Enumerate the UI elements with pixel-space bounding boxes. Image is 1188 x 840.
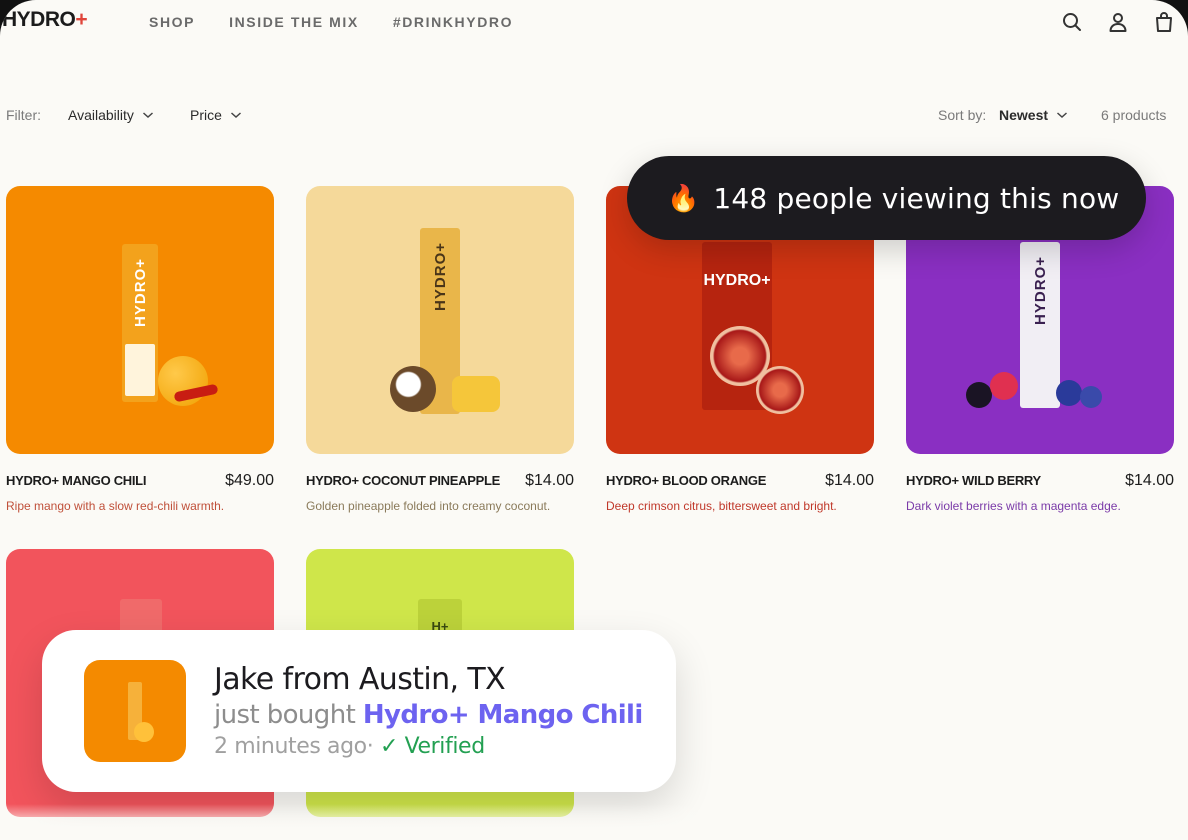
product-name[interactable]: HYDRO+ WILD BERRY	[906, 473, 1041, 488]
main-nav: SHOP INSIDE THE MIX #DRINKHYDRO	[149, 14, 513, 30]
product-description: Dark violet berries with a magenta edge.	[906, 499, 1121, 513]
nav-inside-the-mix[interactable]: INSIDE THE MIX	[229, 14, 359, 30]
fire-icon: 🔥	[667, 182, 700, 213]
product-description: Ripe mango with a slow red-chili warmth.	[6, 499, 225, 513]
verified-badge: ✓ Verified	[379, 734, 485, 759]
product-name[interactable]: HYDRO+ BLOOD ORANGE	[606, 473, 766, 488]
product-packet: HYDRO+	[1020, 242, 1060, 408]
purchase-line: just bought Hydro+ Mango Chili	[214, 700, 643, 730]
product-price: $49.00	[225, 472, 274, 489]
store-page: HYDRO+ SHOP INSIDE THE MIX #DRINKHYDRO F…	[0, 0, 1188, 840]
header-actions	[1060, 10, 1176, 34]
price-label: Price	[190, 107, 222, 123]
live-viewers-badge: 🔥 148 people viewing this now	[627, 156, 1146, 240]
recent-purchase-toast[interactable]: Jake from Austin, TX just bought Hydro+ …	[42, 630, 676, 792]
chevron-down-icon	[142, 112, 153, 119]
search-icon[interactable]	[1060, 10, 1084, 34]
product-name[interactable]: HYDRO+ MANGO CHILI	[6, 473, 146, 488]
brand-logo[interactable]: HYDRO+	[2, 8, 88, 32]
purchase-time: 2 minutes ago	[214, 734, 367, 759]
product-price: $14.00	[1125, 472, 1174, 489]
product-image[interactable]: HYDRO+	[6, 186, 274, 454]
product-card[interactable]: HYDRO+ HYDRO+ COCONUT PINEAPPLE $14.00 G…	[306, 186, 574, 513]
product-name[interactable]: HYDRO+ COCONUT PINEAPPLE	[306, 473, 500, 488]
viewers-text: 148 people viewing this now	[713, 181, 1120, 215]
meta-separator: ·	[366, 734, 374, 759]
purchase-action: just bought	[214, 700, 356, 730]
chevron-down-icon	[230, 112, 241, 119]
sort-value: Newest	[999, 107, 1049, 123]
availability-filter[interactable]: Availability	[68, 107, 154, 123]
site-header: HYDRO+ SHOP INSIDE THE MIX #DRINKHYDRO	[0, 0, 1188, 44]
bottom-fade	[0, 804, 1188, 840]
product-description: Golden pineapple folded into creamy coco…	[306, 499, 551, 513]
filter-label: Filter:	[6, 107, 41, 123]
product-count: 6 products	[1101, 107, 1167, 123]
product-image[interactable]: HYDRO+	[306, 186, 574, 454]
product-price: $14.00	[825, 472, 874, 489]
purchase-meta: 2 minutes ago· ✓ Verified	[214, 734, 485, 759]
bag-icon[interactable]	[1152, 10, 1176, 34]
product-description: Deep crimson citrus, bittersweet and bri…	[606, 499, 837, 513]
filter-bar: Filter: Availability Price Sort by: Newe…	[6, 105, 1176, 129]
sort-dropdown[interactable]: Newest	[999, 107, 1068, 123]
product-card[interactable]: HYDRO+ HYDRO+ MANGO CHILI $49.00 Ripe ma…	[6, 186, 274, 513]
chevron-down-icon	[1057, 112, 1068, 119]
availability-label: Availability	[68, 107, 134, 123]
purchased-product-link[interactable]: Hydro+ Mango Chili	[363, 700, 643, 730]
price-filter[interactable]: Price	[190, 107, 242, 123]
account-icon[interactable]	[1106, 10, 1130, 34]
nav-shop[interactable]: SHOP	[149, 14, 195, 30]
sort-label: Sort by:	[938, 107, 987, 123]
product-price: $14.00	[525, 472, 574, 489]
nav-drinkhydro[interactable]: #DRINKHYDRO	[393, 14, 513, 30]
product-packet: HYDRO+	[122, 244, 158, 402]
buyer-name: Jake from Austin, TX	[214, 662, 506, 697]
product-thumbnail	[84, 660, 186, 762]
